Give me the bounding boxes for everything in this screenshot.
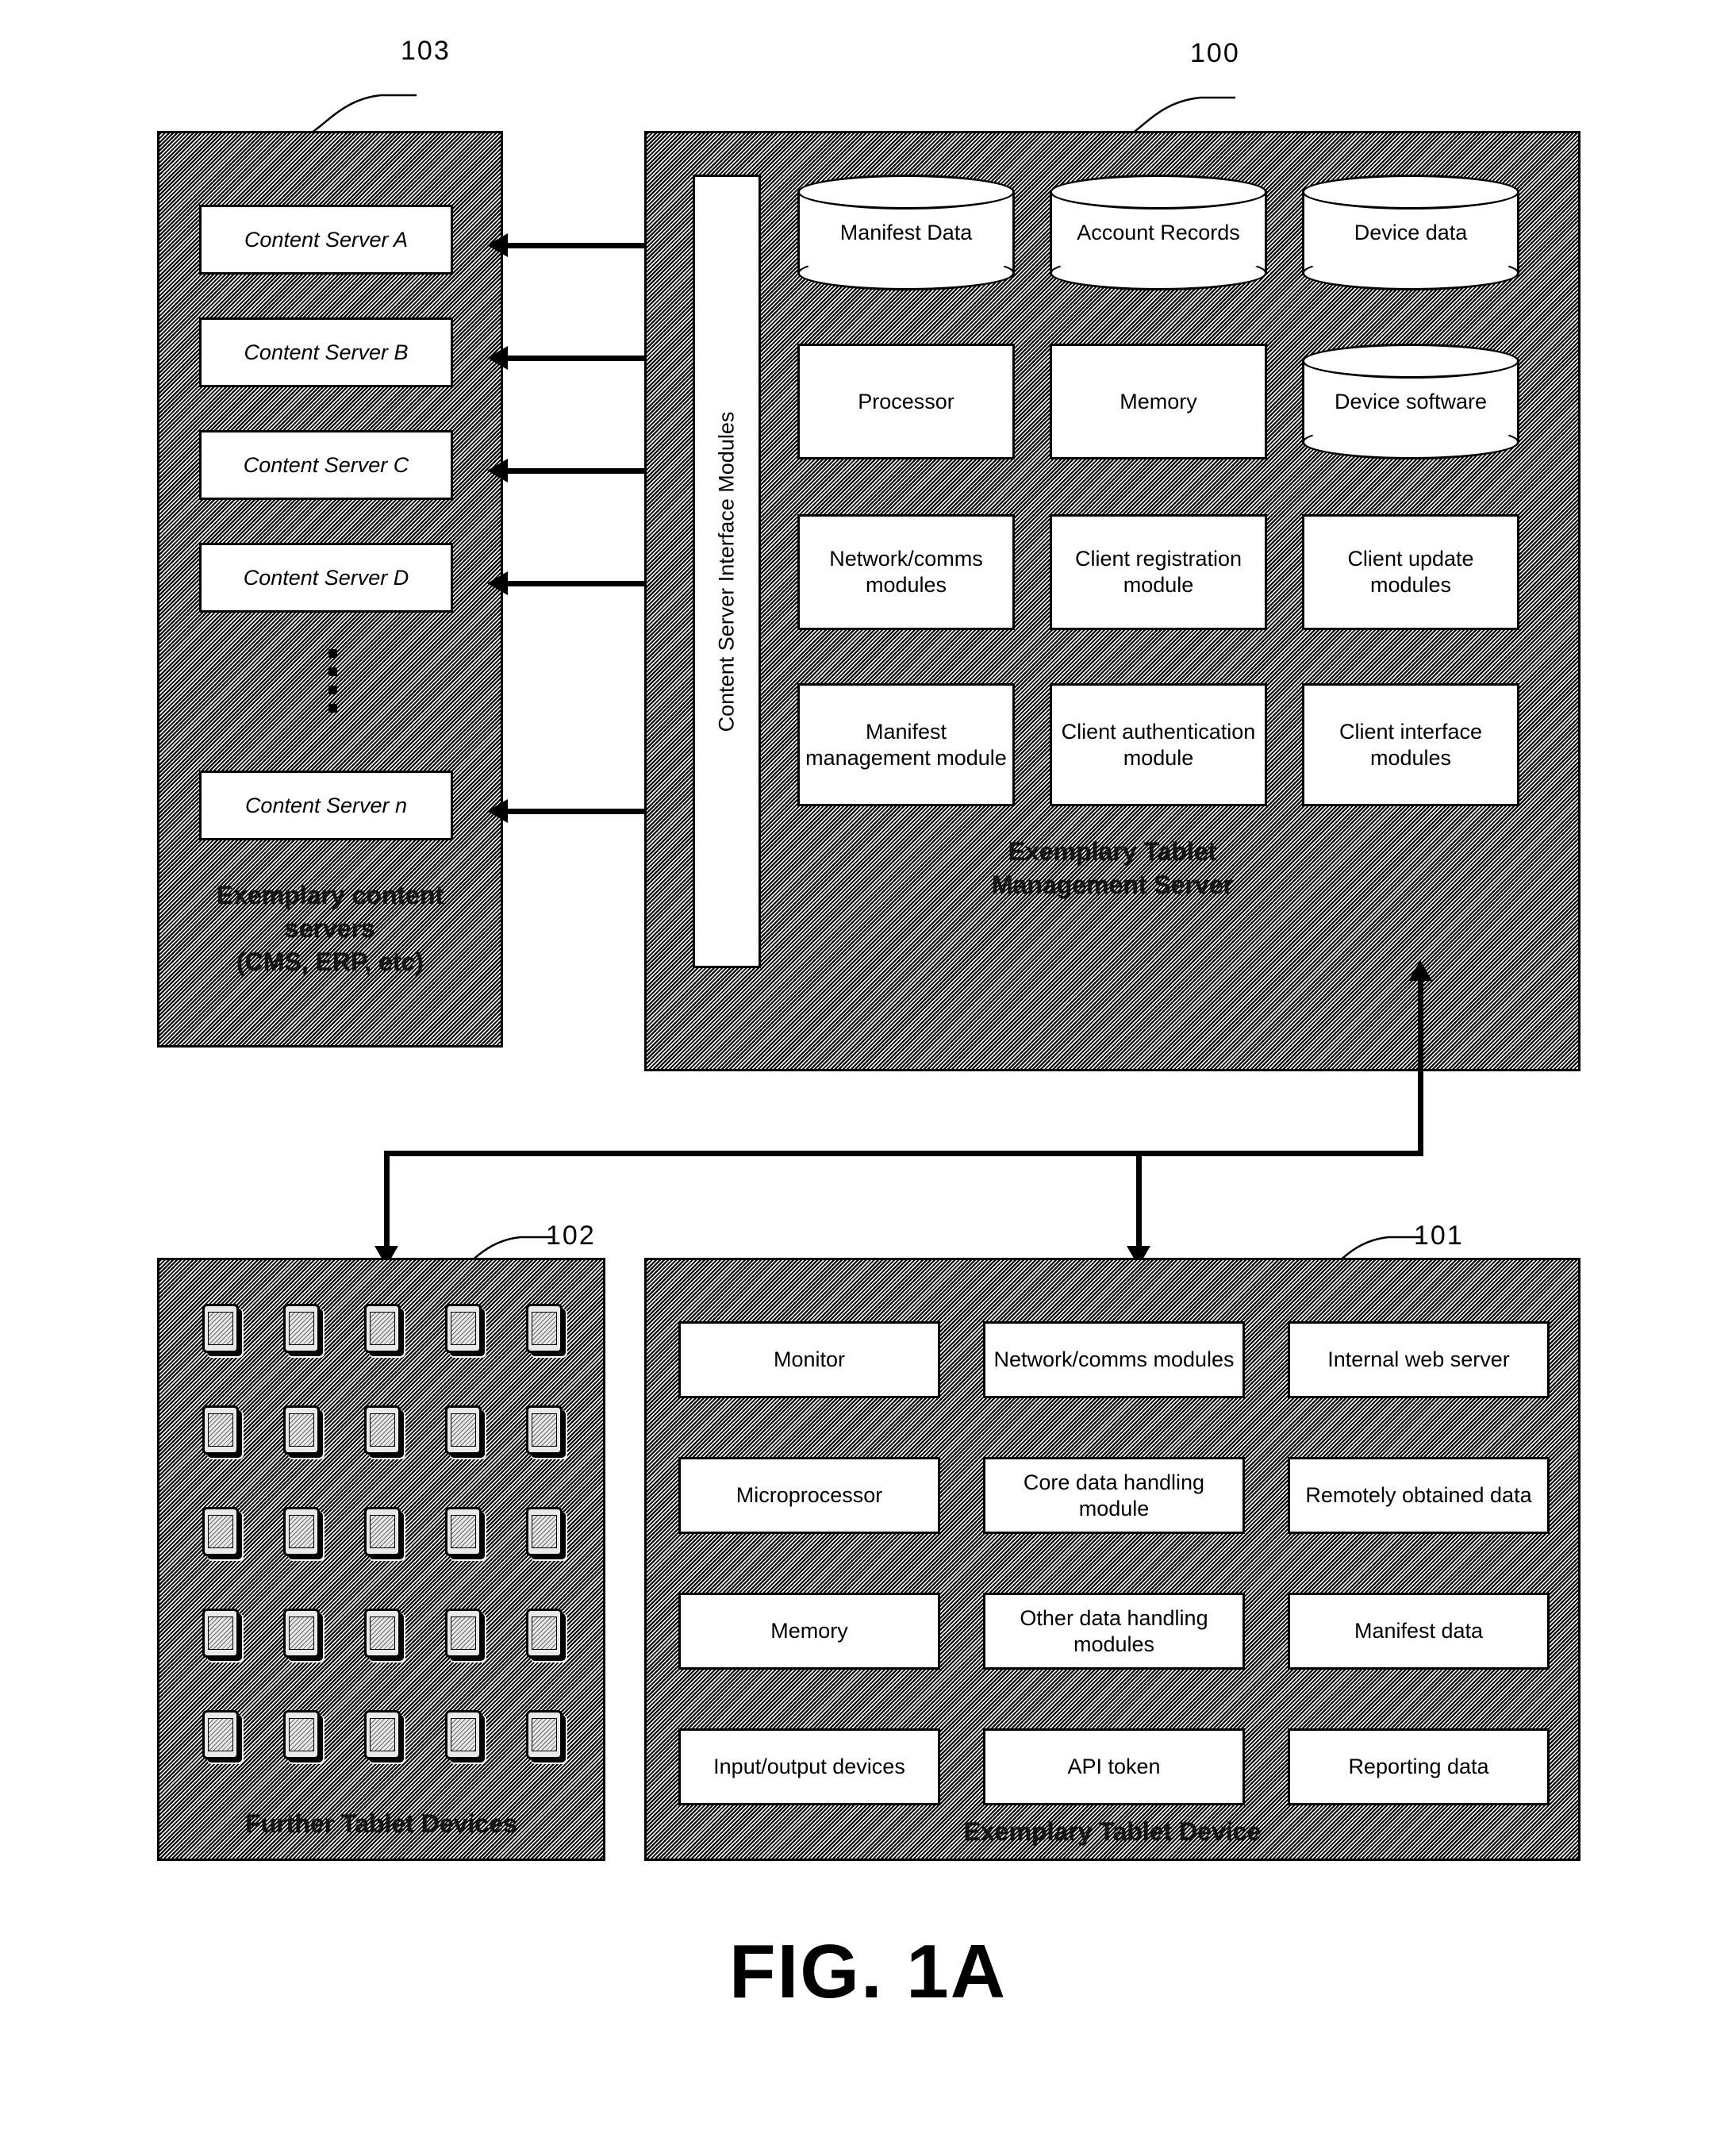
exemplary-tablet-device-panel: Monitor Network/comms modules Internal w… <box>644 1258 1580 1861</box>
arrowhead-left-c <box>487 459 508 482</box>
processor-box[interactable]: Processor <box>797 344 1015 459</box>
tablet-device-icon <box>526 1609 563 1658</box>
reporting-data-box[interactable]: Reporting data <box>1288 1728 1550 1805</box>
reference-numeral-103: 103 <box>401 36 451 66</box>
manifest-data-label: Manifest Data <box>839 220 973 244</box>
client-update-modules-box[interactable]: Client update modules <box>1302 514 1519 630</box>
input-output-devices-box[interactable]: Input/output devices <box>678 1728 940 1805</box>
manifest-management-module-box[interactable]: Manifest management module <box>797 683 1015 806</box>
device-data-label: Device data <box>1354 220 1468 244</box>
tablet-device-icon <box>202 1405 239 1455</box>
reference-numeral-102: 102 <box>546 1220 596 1251</box>
bus-riser <box>1418 974 1423 1151</box>
other-data-handling-modules-box[interactable]: Other data handling modules <box>983 1593 1245 1670</box>
network-comms-modules-box[interactable]: Network/comms modules <box>797 514 1015 630</box>
tablet-device-icon <box>202 1507 239 1556</box>
remotely-obtained-data-box[interactable]: Remotely obtained data <box>1288 1457 1550 1534</box>
content-servers-caption-line3: (CMS, ERP, etc) <box>236 948 424 976</box>
tablet-device-icon <box>445 1405 482 1455</box>
tablet-device-icon <box>283 1405 320 1455</box>
client-interface-modules-box[interactable]: Client interface modules <box>1302 683 1519 806</box>
management-server-caption-line1: Exemplary Tablet <box>1008 837 1217 866</box>
content-servers-caption-line1: Exemplary content <box>216 881 444 909</box>
tablet-device-icon <box>283 1710 320 1759</box>
api-token-box[interactable]: API token <box>983 1728 1245 1805</box>
tablet-device-icon <box>445 1710 482 1759</box>
patent-figure-1a: 103 100 Content Server A Content Server … <box>0 0 1736 2145</box>
content-server-b-box[interactable]: Content Server B <box>199 317 453 387</box>
account-records-datastore[interactable]: Account Records <box>1050 175 1267 290</box>
internal-web-server-box[interactable]: Internal web server <box>1288 1321 1550 1398</box>
arrowhead-up-client-interface <box>1408 960 1432 981</box>
content-server-interface-modules-label: Content Server Interface Modules <box>714 411 739 732</box>
management-server-caption-line2: Management Server <box>991 871 1234 899</box>
network-comms-modules-box[interactable]: Network/comms modules <box>983 1321 1245 1398</box>
manifest-data-box[interactable]: Manifest data <box>1288 1593 1550 1670</box>
tablet-device-icon <box>526 1304 563 1353</box>
bus-drop-further-tablets <box>384 1151 390 1258</box>
exemplary-tablet-device-caption: Exemplary Tablet Device <box>963 1817 1262 1846</box>
tablet-device-icon <box>364 1304 401 1353</box>
tablet-device-icon <box>283 1609 320 1658</box>
tablet-device-icon <box>283 1507 320 1556</box>
arrowhead-left-n <box>487 799 508 823</box>
account-records-label: Account Records <box>1077 220 1240 244</box>
content-server-d-box[interactable]: Content Server D <box>199 543 453 613</box>
device-software-label: Device software <box>1334 389 1488 413</box>
tablet-device-icon <box>526 1405 563 1455</box>
manifest-data-datastore[interactable]: Manifest Data <box>797 175 1015 290</box>
content-server-c-box[interactable]: Content Server C <box>199 430 453 500</box>
tablet-device-icon <box>526 1710 563 1759</box>
tablet-device-icon <box>364 1710 401 1759</box>
arrowhead-left-d <box>487 571 508 595</box>
content-server-a-box[interactable]: Content Server A <box>199 205 453 275</box>
bus-horizontal <box>384 1151 1423 1156</box>
further-tablet-devices-caption: Further Tablet Devices <box>245 1809 517 1838</box>
device-data-datastore[interactable]: Device data <box>1302 175 1519 290</box>
tablet-device-icon <box>445 1304 482 1353</box>
memory-box[interactable]: Memory <box>1050 344 1267 459</box>
tablet-device-icon <box>202 1609 239 1658</box>
reference-numeral-101: 101 <box>1414 1220 1464 1251</box>
core-data-handling-module-box[interactable]: Core data handling module <box>983 1457 1245 1534</box>
bus-drop-exemplary-tablet <box>1136 1151 1142 1258</box>
figure-title: FIG. 1A <box>728 1929 1008 2014</box>
tablet-device-icon <box>364 1507 401 1556</box>
tablet-device-icon <box>202 1710 239 1759</box>
tablet-device-grid <box>180 1278 585 1786</box>
tablet-device-icon <box>526 1507 563 1556</box>
content-server-n-box[interactable]: Content Server n <box>199 771 453 840</box>
device-software-datastore[interactable]: Device software <box>1302 344 1519 459</box>
tablet-device-icon <box>445 1609 482 1658</box>
tablet-device-icon <box>445 1507 482 1556</box>
monitor-box[interactable]: Monitor <box>678 1321 940 1398</box>
arrowhead-left-b <box>487 346 508 370</box>
memory-box[interactable]: Memory <box>678 1593 940 1670</box>
tablet-device-icon <box>364 1405 401 1455</box>
management-server-panel: Content Server Interface Modules Manifes… <box>644 131 1580 1071</box>
reference-numeral-100: 100 <box>1190 38 1240 68</box>
further-tablet-devices-panel: Further Tablet Devices <box>157 1258 605 1861</box>
content-servers-panel: Content Server A Content Server B Conten… <box>157 131 503 1048</box>
content-servers-caption-line2: servers <box>285 914 375 943</box>
microprocessor-box[interactable]: Microprocessor <box>678 1457 940 1534</box>
tablet-device-icon <box>202 1304 239 1353</box>
client-registration-module-box[interactable]: Client registration module <box>1050 514 1267 630</box>
tablet-device-icon <box>364 1609 401 1658</box>
arrowhead-left-a <box>487 233 508 257</box>
tablet-device-icon <box>283 1304 320 1353</box>
client-authentication-module-box[interactable]: Client authentication module <box>1050 683 1267 806</box>
vertical-ellipsis-icon <box>328 649 337 713</box>
